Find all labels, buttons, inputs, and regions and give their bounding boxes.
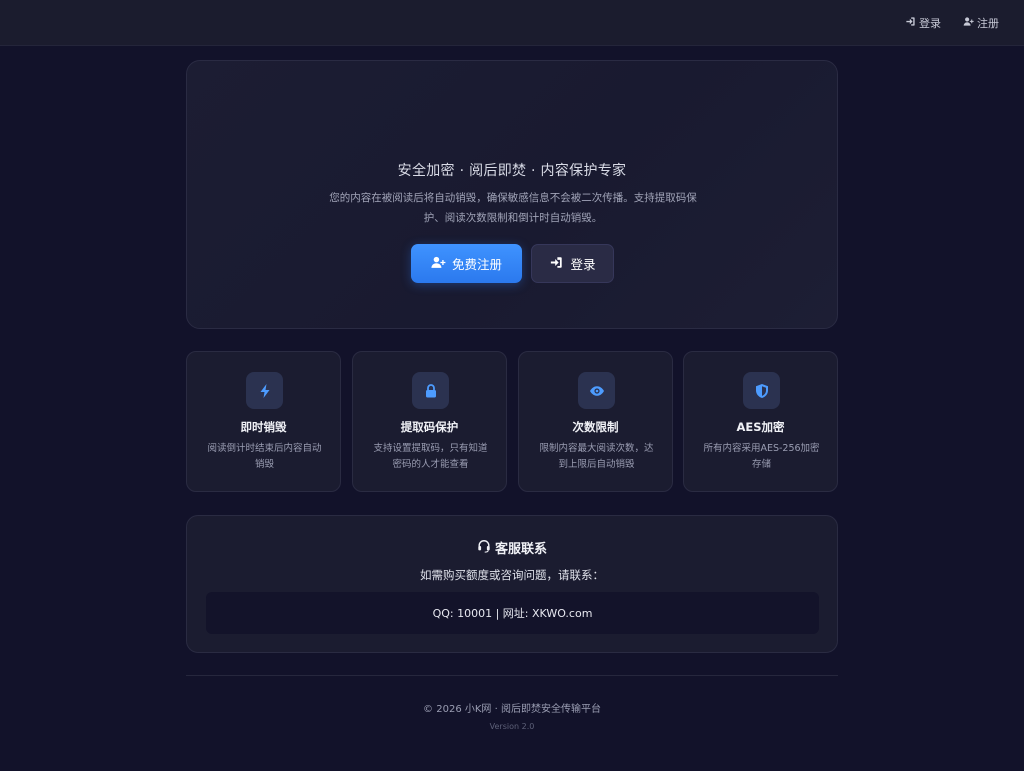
feature-title: 提取码保护: [400, 420, 459, 434]
nav-register-label: 注册: [977, 17, 999, 30]
footer-divider: [186, 675, 838, 676]
feature-card-read-limit: 次数限制 限制内容最大阅读次数，达到上限后自动销毁: [518, 351, 673, 492]
nav-login-link[interactable]: 登录: [905, 15, 941, 31]
login-label: 登录: [570, 257, 596, 272]
feature-description: 所有内容采用AES-256加密存储: [703, 443, 820, 470]
lightning-icon: [246, 372, 283, 409]
contact-subtitle: 如需购买额度或咨询问题，请联系：: [420, 568, 604, 582]
feature-card-instant-destroy: 即时销毁 阅读倒计时结束后内容自动销毁: [186, 351, 341, 492]
eye-icon: [578, 372, 615, 409]
feature-title: 即时销毁: [240, 420, 287, 434]
feature-description: 支持设置提取码，只有知道密码的人才能查看: [373, 443, 488, 470]
free-register-button[interactable]: 免费注册: [411, 244, 522, 283]
contact-title: 客服联系: [187, 538, 837, 557]
nav-login-label: 登录: [919, 17, 941, 30]
feature-description: 限制内容最大阅读次数，达到上限后自动销毁: [539, 443, 654, 470]
hero-title: 安全加密 · 阅后即焚 · 内容保护专家: [397, 163, 627, 179]
shield-icon: [743, 372, 780, 409]
sign-in-icon: [905, 16, 916, 30]
feature-title: 次数限制: [572, 420, 619, 434]
lock-icon: [412, 372, 449, 409]
contact-details: QQ: 10001 | 网址: XKWO.com: [206, 592, 819, 634]
user-plus-icon: [963, 16, 974, 30]
feature-title: AES加密: [736, 420, 785, 434]
contact-card: 客服联系 如需购买额度或咨询问题，请联系： QQ: 10001 | 网址: XK…: [186, 515, 838, 653]
hero-description: 您的内容在被阅读后将自动销毁，确保敏感信息不会被二次传播。支持提取码保护、阅读次…: [329, 192, 697, 224]
login-button[interactable]: 登录: [531, 244, 614, 283]
feature-card-aes-encryption: AES加密 所有内容采用AES-256加密存储: [683, 351, 838, 492]
nav-register-link[interactable]: 注册: [963, 15, 999, 31]
footer-copyright: © 2026 小K网 · 阅后即焚安全传输平台: [423, 704, 601, 715]
user-plus-icon: [431, 256, 446, 272]
contact-title-label: 客服联系: [494, 542, 547, 557]
free-register-label: 免费注册: [451, 257, 502, 272]
hero-card: 安全加密 · 阅后即焚 · 内容保护专家 您的内容在被阅读后将自动销毁，确保敏感…: [186, 60, 838, 329]
feature-card-access-code: 提取码保护 支持设置提取码，只有知道密码的人才能查看: [352, 351, 507, 492]
headset-icon: [477, 539, 491, 557]
sign-in-icon: [549, 256, 564, 272]
footer-version: Version 2.0: [489, 722, 535, 731]
feature-description: 阅读倒计时结束后内容自动销毁: [207, 443, 322, 470]
top-navbar: 登录 注册: [0, 0, 1024, 46]
